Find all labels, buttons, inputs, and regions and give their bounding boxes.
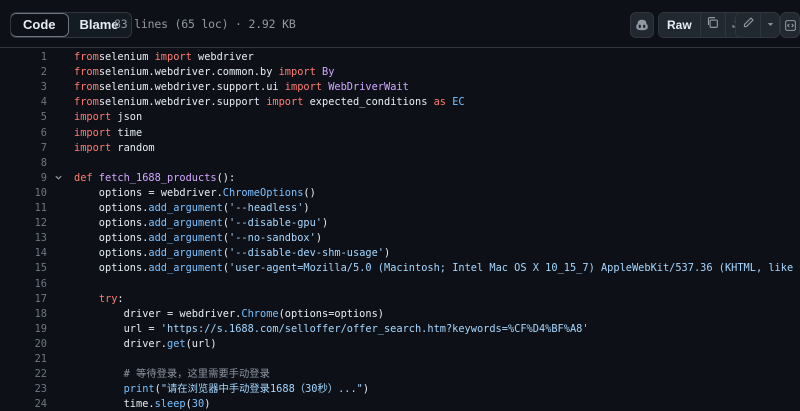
copy-raw-button[interactable]: [700, 13, 726, 37]
code-line: 13 options.add_argument('--no-sandbox'): [0, 231, 800, 246]
code-line: 14 options.add_argument('--disable-dev-s…: [0, 246, 800, 261]
code-text: fromselenium.webdriver.common.by import …: [74, 66, 335, 79]
code-text: import json: [74, 111, 143, 124]
code-line: 22 # 等待登录，这里需要手动登录: [0, 367, 800, 382]
chevron-down-icon: [766, 16, 775, 34]
code-text: try:: [98, 292, 124, 305]
line-number[interactable]: 12: [0, 216, 47, 231]
edit-button[interactable]: [736, 13, 761, 37]
code-text: options.add_argument('--disable-gpu'): [74, 217, 329, 230]
code-text: options.add_argument('--headless'): [74, 202, 310, 214]
line-number[interactable]: 16: [0, 277, 47, 292]
line-number[interactable]: 9: [0, 171, 47, 186]
line-number[interactable]: 13: [0, 231, 47, 246]
code-text: options.add_argument('--disable-dev-shm-…: [74, 247, 391, 260]
code-line: 9 def fetch_1688_products():: [0, 171, 800, 186]
line-number[interactable]: 19: [0, 322, 47, 337]
line-number[interactable]: 21: [0, 352, 47, 367]
file-meta: 83 lines (65 loc) · 2.92 KB: [114, 17, 296, 31]
code-text: options.add_argument('user-agent=Mozilla…: [74, 262, 800, 275]
code-line: 23 print("请在浏览器中手动登录1688（30秒）..."): [0, 382, 800, 397]
code-line: 5 import json: [0, 110, 800, 125]
code-line: 10 options = webdriver.ChromeOptions(): [0, 186, 800, 201]
symbols-panel-icon: [784, 19, 797, 32]
code-line: 2 fromselenium.webdriver.common.by import…: [0, 65, 800, 80]
line-number[interactable]: 5: [0, 110, 47, 125]
copilot-icon: [635, 18, 649, 32]
line-number[interactable]: 22: [0, 367, 47, 382]
line-number[interactable]: 17: [0, 292, 47, 307]
raw-button[interactable]: Raw: [659, 13, 701, 37]
fold-chevron-icon[interactable]: [54, 173, 63, 185]
code-text: options.add_argument('--no-sandbox'): [74, 232, 323, 245]
line-number[interactable]: 10: [0, 186, 47, 201]
code-text: driver.get(url): [74, 337, 217, 350]
line-number[interactable]: 14: [0, 246, 47, 261]
line-number[interactable]: 3: [0, 80, 47, 95]
code-line: 19 url = 'https://s.1688.com/selloffer/o…: [0, 322, 800, 337]
line-number[interactable]: 23: [0, 382, 47, 397]
line-number[interactable]: 8: [0, 156, 47, 171]
code-line: 18 driver = webdriver.Chrome(options=opt…: [0, 307, 800, 322]
line-number[interactable]: 15: [0, 261, 47, 276]
line-number[interactable]: 6: [0, 126, 47, 141]
code-text: import time: [74, 126, 143, 139]
code-line: 8: [0, 156, 800, 171]
code-line: 20 driver.get(url): [0, 337, 800, 352]
tab-code[interactable]: Code: [10, 13, 69, 37]
code-line: 6 import time: [0, 126, 800, 141]
line-number[interactable]: 1: [0, 50, 47, 65]
code-line: 7 import random: [0, 141, 800, 156]
edit-options-button[interactable]: [761, 13, 779, 37]
code-line: 17 try:: [0, 292, 800, 307]
code-line: 4 fromselenium.webdriver.support import e…: [0, 95, 800, 110]
code-line: 1 fromselenium import webdriver: [0, 50, 800, 65]
line-number[interactable]: 2: [0, 65, 47, 80]
code-view: 1 fromselenium import webdriver 2 fromselen…: [0, 48, 800, 411]
line-number[interactable]: 11: [0, 201, 47, 216]
code-text: def fetch_1688_products():: [74, 171, 236, 184]
file-toolbar: Code Blame 83 lines (65 loc) · 2.92 KB R…: [0, 0, 800, 48]
code-line: 24 time.sleep(30): [0, 397, 800, 411]
code-text: print("请在浏览器中手动登录1688（30秒）..."): [123, 383, 370, 396]
code-text: options = webdriver.ChromeOptions(): [74, 186, 316, 199]
code-line: 12 options.add_argument('--disable-gpu'): [0, 216, 800, 231]
code-line: 21: [0, 352, 800, 367]
code-text: time.sleep(30): [74, 398, 211, 411]
line-number[interactable]: 18: [0, 307, 47, 322]
code-line: 15 options.add_argument('user-agent=Mozi…: [0, 261, 800, 276]
pencil-icon: [742, 16, 755, 34]
edit-group: [735, 12, 780, 38]
code-text: import random: [74, 141, 155, 154]
copilot-button[interactable]: [630, 12, 654, 38]
line-number[interactable]: 4: [0, 95, 47, 110]
line-number[interactable]: 24: [0, 397, 47, 411]
code-line: 11 options.add_argument('--headless'): [0, 201, 800, 216]
symbols-panel-button[interactable]: [780, 12, 800, 38]
code-line: 16: [0, 277, 800, 292]
code-line: 3 fromselenium.webdriver.support.ui impor…: [0, 80, 800, 95]
code-text: url = 'https://s.1688.com/selloffer/offe…: [74, 322, 589, 335]
code-text: fromselenium.webdriver.support.ui import…: [74, 81, 409, 94]
line-number[interactable]: 7: [0, 141, 47, 156]
code-text: fromselenium.webdriver.support import ex…: [74, 96, 465, 109]
line-number[interactable]: 20: [0, 337, 47, 352]
code-text: # 等待登录，这里需要手动登录: [123, 368, 270, 381]
copy-icon: [706, 16, 719, 34]
code-text: driver = webdriver.Chrome(options=option…: [74, 307, 384, 320]
code-text: fromselenium import webdriver: [74, 51, 254, 63]
